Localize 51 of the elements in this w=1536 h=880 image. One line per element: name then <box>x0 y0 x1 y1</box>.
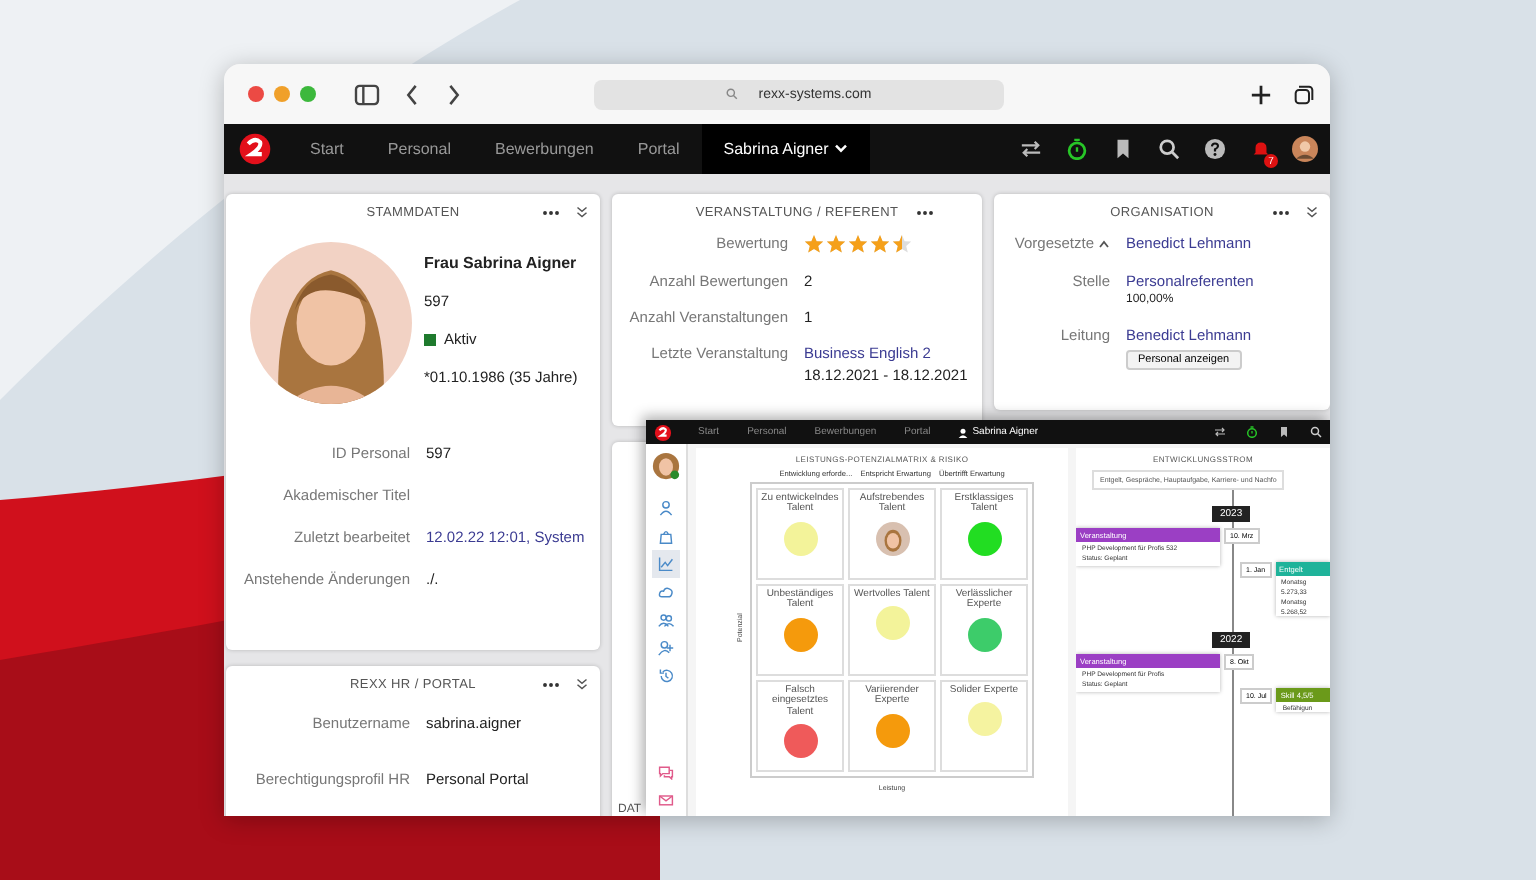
history-icon[interactable] <box>658 668 674 684</box>
help-icon[interactable] <box>1204 138 1226 160</box>
bookmark-icon[interactable] <box>1112 138 1134 160</box>
collapse-icon[interactable] <box>576 206 588 218</box>
back-icon[interactable] <box>402 83 422 105</box>
collapse-icon[interactable] <box>1306 206 1318 218</box>
status-icon <box>424 333 436 345</box>
person-icon[interactable] <box>658 500 674 516</box>
nav-tab[interactable]: Bewerbungen <box>472 124 616 174</box>
logo-icon[interactable] <box>238 132 272 166</box>
nav-tab[interactable]: Portal <box>615 124 702 174</box>
chart-icon[interactable] <box>658 556 674 572</box>
search-icon[interactable] <box>1310 426 1322 438</box>
bookmark-icon[interactable] <box>1278 426 1290 438</box>
add-person-icon[interactable] <box>658 640 674 656</box>
chevron-down-icon[interactable] <box>834 144 849 154</box>
star-icon <box>826 234 846 254</box>
bag-icon[interactable] <box>658 528 674 544</box>
swap-icon[interactable] <box>1020 138 1042 160</box>
stopwatch-icon[interactable] <box>1066 138 1088 160</box>
search-icon <box>726 88 739 100</box>
more-icon[interactable] <box>916 209 934 215</box>
caret-icon[interactable] <box>1098 239 1110 247</box>
mail-icon[interactable] <box>658 792 674 808</box>
new-tab-icon[interactable] <box>1250 83 1272 105</box>
bell-icon[interactable] <box>1250 138 1272 160</box>
more-icon[interactable] <box>1272 209 1290 215</box>
close-icon[interactable] <box>248 86 264 102</box>
person-name: Frau Sabrina Aigner <box>424 254 578 272</box>
star-icon <box>870 234 890 254</box>
forward-icon[interactable] <box>444 83 464 105</box>
group-icon[interactable] <box>658 612 674 628</box>
tabs-icon[interactable] <box>1294 83 1314 105</box>
logo-icon[interactable] <box>654 423 672 441</box>
stopwatch-icon[interactable] <box>1246 426 1258 438</box>
search-icon[interactable] <box>1158 138 1180 160</box>
chat-icon[interactable] <box>658 764 674 780</box>
nav-tab[interactable]: Start <box>288 124 366 174</box>
user-icon <box>958 427 969 437</box>
nav-tab[interactable]: Personal <box>365 124 473 174</box>
more-icon[interactable] <box>542 681 560 687</box>
sidebar-icon[interactable] <box>354 83 380 105</box>
collapse-icon[interactable] <box>576 678 588 690</box>
cloud-icon[interactable] <box>658 584 674 600</box>
more-icon[interactable] <box>542 209 560 215</box>
avatar-icon[interactable] <box>1292 136 1318 162</box>
swap-icon[interactable] <box>1214 426 1226 438</box>
star-icon <box>848 234 868 254</box>
star-icon <box>804 234 824 254</box>
star-icon <box>892 234 912 254</box>
nav-tab[interactable]: Sabrina Aigner <box>701 124 871 174</box>
